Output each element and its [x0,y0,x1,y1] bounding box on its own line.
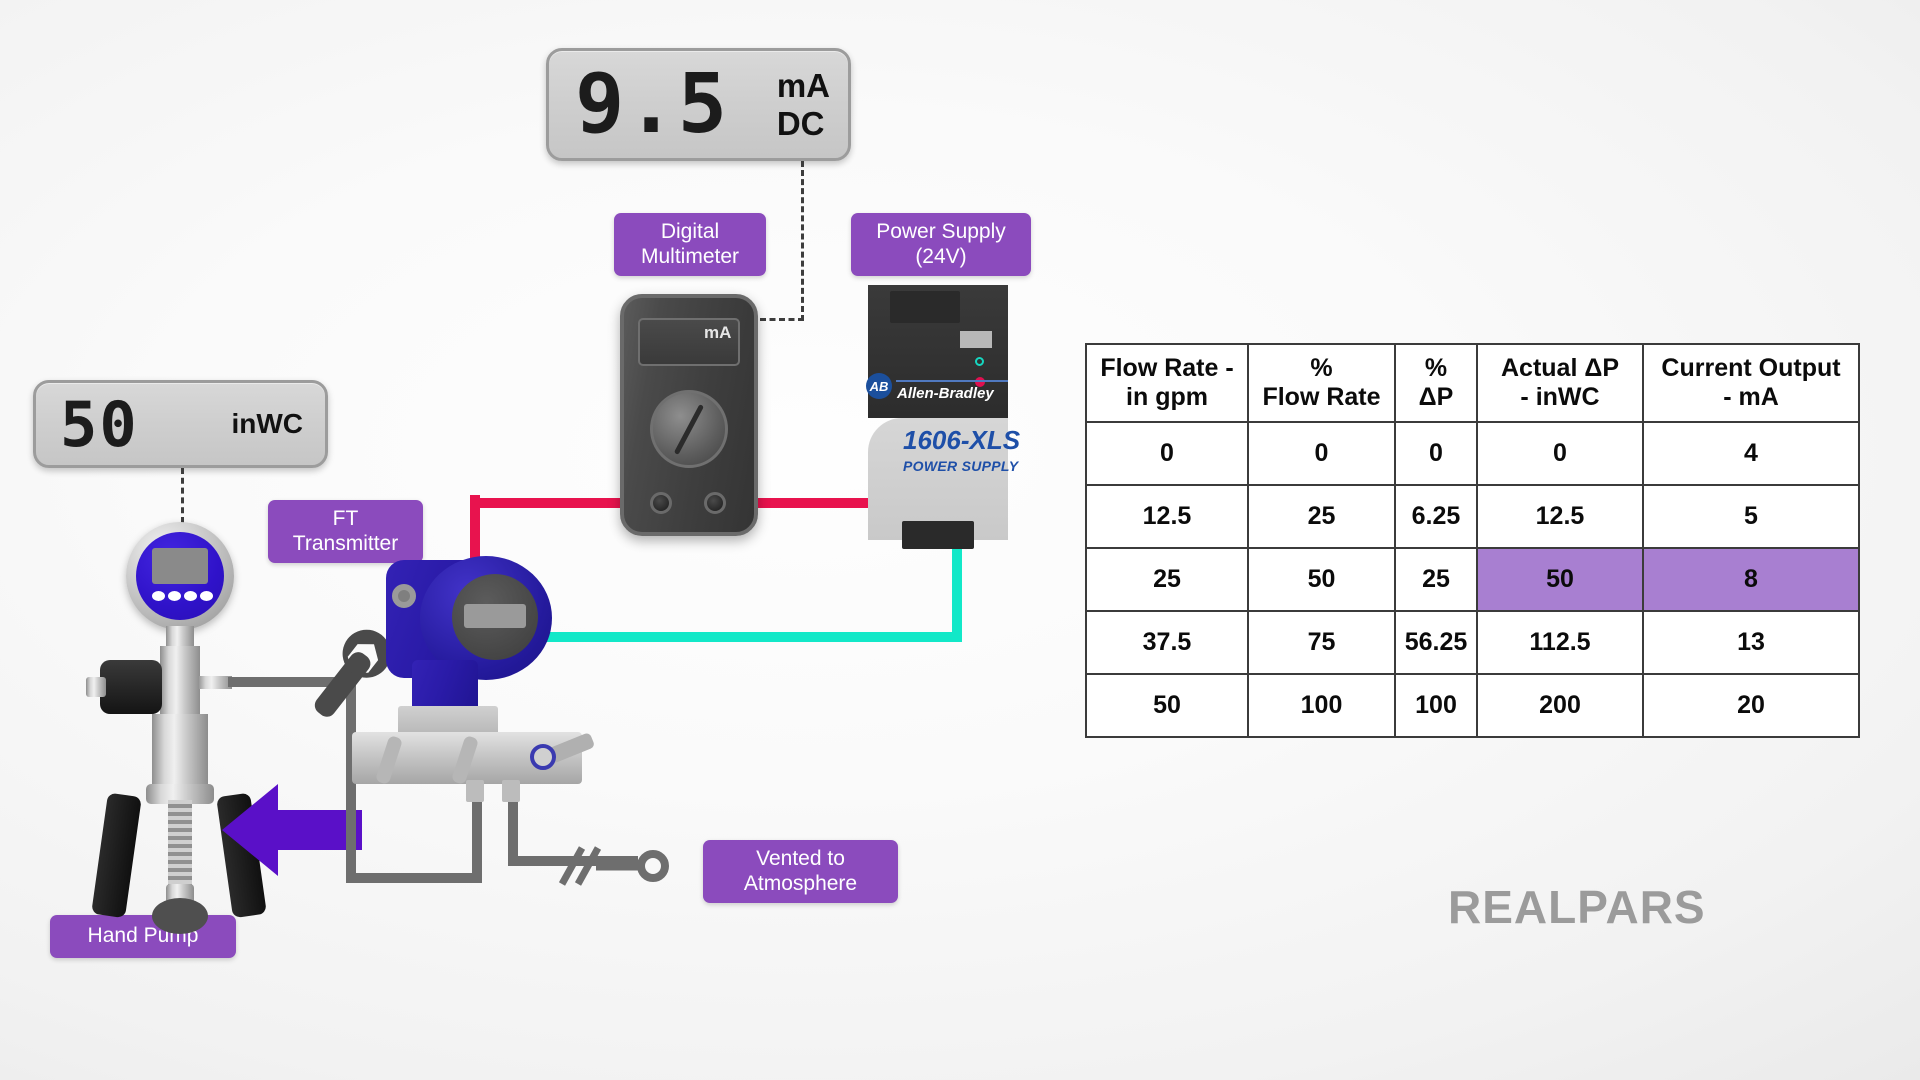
cell-current-output: 20 [1642,673,1860,738]
cell-current-output: 5 [1642,484,1860,549]
cell-pct-flow-rate: 25 [1247,484,1396,549]
cell-pct-dp: 100 [1394,673,1478,738]
column-header-pct-dp: % ΔP [1394,343,1478,423]
label-vented-to-atmosphere: Vented to Atmosphere [703,840,898,904]
gauge-button-1[interactable] [152,591,165,601]
cell-current-output: 4 [1642,421,1860,486]
cell-actual-dp: 0 [1476,421,1644,486]
multimeter-leader-line-horizontal [760,318,804,321]
label-power-supply: Power Supply (24V) [851,213,1031,277]
column-header-current-output: Current Output - mA [1642,343,1860,423]
multimeter-readout-display: 9.5 mA DC [546,48,851,161]
multimeter-unit-ma: mA [776,67,830,104]
label-digital-multimeter: Digital Multimeter [614,213,766,277]
label-hand-pump: Hand Pump [50,915,236,958]
table-row: 37.5 75 56.25 112.5 13 [1085,610,1860,675]
cell-flow-rate-gpm: 12.5 [1085,484,1249,549]
cell-flow-rate-gpm: 37.5 [1085,610,1249,675]
gauge-button-4[interactable] [200,591,213,601]
manifold-bolt-hp [466,780,484,802]
cell-pct-dp: 56.25 [1394,610,1478,675]
multimeter-jack-right[interactable] [704,492,726,514]
multimeter-jack-left[interactable] [650,492,672,514]
pump-outlet-port [198,676,232,689]
cell-actual-dp: 12.5 [1476,484,1644,549]
manifold-bolt-lp [502,780,520,802]
knob-shaft [86,677,106,697]
pump-spring [168,800,192,890]
pressure-readout-value: 50 [60,387,139,461]
flow-direction-arrow [222,784,362,876]
tube-bottom-horizontal [346,873,482,883]
cell-pct-flow-rate: 0 [1247,421,1396,486]
label-ft-transmitter: FT Transmitter [268,500,423,564]
table-header-row: Flow Rate - in gpm % Flow Rate % ΔP Actu… [1085,343,1860,423]
wire-cyan-horizontal [528,632,962,642]
pump-stem [160,646,200,716]
vent-to-atmosphere-symbol [558,846,669,886]
multimeter-readout-unit: mA DC [777,69,830,140]
ft-transmitter-display-glass [464,604,526,628]
allen-bradley-logo-mark: AB [866,373,892,399]
ft-transmitter-bolt-eye [392,584,416,608]
cell-current-output: 13 [1642,610,1860,675]
cell-actual-dp: 200 [1476,673,1644,738]
calibration-table-container: Flow Rate - in gpm % Flow Rate % ΔP Actu… [1085,343,1860,738]
pump-stem-upper [166,626,194,648]
table-row: 12.5 25 6.25 12.5 5 [1085,484,1860,549]
led-indicator-green [975,357,984,366]
multimeter-readout-value: 9.5 [575,57,730,152]
table-row: 0 0 0 0 4 [1085,421,1860,486]
power-supply-terminal-block [960,331,992,348]
cell-flow-rate-gpm: 0 [1085,421,1249,486]
power-supply-output-terminal [902,521,974,549]
allen-bradley-brand-text: Allen-Bradley [897,385,994,402]
multimeter-unit-dc: DC [776,105,825,142]
cell-flow-rate-gpm: 25 [1085,547,1249,612]
power-supply-vent [890,291,960,323]
cell-current-output-highlighted: 8 [1642,547,1860,612]
cell-pct-dp: 25 [1394,547,1478,612]
pressure-readout-unit: inWC [231,408,303,439]
table-row: 50 100 100 200 20 [1085,673,1860,738]
column-header-pct-flow-rate: % Flow Rate [1247,343,1396,423]
manifold-vent-port [530,744,556,770]
cell-pct-flow-rate: 100 [1247,673,1396,738]
column-header-actual-dp: Actual ΔP - inWC [1476,343,1644,423]
cell-flow-rate-gpm: 50 [1085,673,1249,738]
multimeter-leader-line [801,161,804,321]
multimeter-rotary-dial[interactable] [650,390,728,468]
cell-pct-dp: 0 [1394,421,1478,486]
pressure-gauge-leader-line [181,468,184,523]
power-supply-type: POWER SUPPLY [903,458,1019,474]
gauge-button-2[interactable] [168,591,181,601]
cell-pct-dp: 6.25 [1394,484,1478,549]
realpars-logo-text: REALPARS [1448,881,1706,933]
cell-actual-dp-highlighted: 50 [1476,547,1644,612]
pump-foot [152,898,208,934]
diagram-canvas: 9.5 mA DC 50 inWC Digital Multimeter Pow… [0,0,1920,1080]
column-header-flow-rate-gpm: Flow Rate - in gpm [1085,343,1249,423]
power-supply-model: 1606-XLS [903,425,1021,455]
pressure-readout-display: 50 inWC [33,380,328,468]
multimeter-mode-label: mA [704,323,732,342]
gauge-button-3[interactable] [184,591,197,601]
cell-pct-flow-rate: 75 [1247,610,1396,675]
pump-handle-left[interactable] [91,792,142,919]
table-row-highlighted: 25 50 25 50 8 [1085,547,1860,612]
pump-body [152,714,208,786]
realpars-logo: REALPARS [1448,880,1706,934]
pump-adjust-knob[interactable] [100,660,162,714]
calibration-table: Flow Rate - in gpm % Flow Rate % ΔP Actu… [1085,343,1860,738]
cell-pct-flow-rate: 50 [1247,547,1396,612]
allen-bradley-rule [896,380,1008,382]
pressure-gauge-screen [152,548,208,584]
cell-actual-dp: 112.5 [1476,610,1644,675]
